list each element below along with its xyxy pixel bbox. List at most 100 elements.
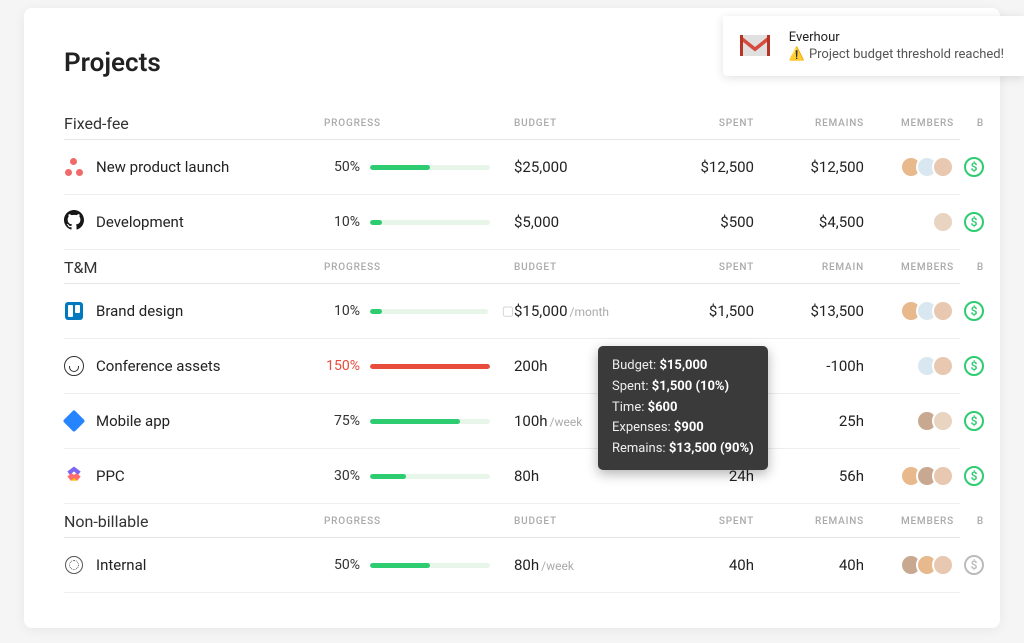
col-progress: PROGRESS bbox=[324, 118, 514, 129]
project-name: Development bbox=[96, 213, 184, 231]
spent-value: 40h bbox=[644, 556, 754, 574]
notif-message: Project budget threshold reached! bbox=[809, 47, 1004, 62]
progress-bar bbox=[370, 309, 488, 314]
section-title: T&M bbox=[64, 258, 324, 277]
clickup-icon bbox=[64, 464, 84, 488]
progress-bar bbox=[370, 419, 490, 424]
col-billing: B bbox=[954, 262, 984, 273]
progress-percent: 150% bbox=[324, 358, 360, 374]
spent-value: $1,500 bbox=[644, 302, 754, 320]
project-name: Mobile app bbox=[96, 412, 170, 430]
members-cell bbox=[864, 554, 954, 576]
members-cell bbox=[864, 465, 954, 487]
members-cell bbox=[864, 300, 954, 322]
budget-value: $5,000 bbox=[514, 213, 644, 231]
progress-cell: 30% bbox=[324, 468, 514, 484]
notif-sender: Everhour bbox=[789, 30, 1004, 45]
col-spent: SPENT bbox=[644, 118, 754, 129]
avatar[interactable] bbox=[932, 465, 954, 487]
billing-badge[interactable]: $ bbox=[964, 212, 984, 232]
project-row[interactable]: Mobile app75%100h/week25h$ bbox=[64, 394, 960, 449]
progress-cell: 50% bbox=[324, 557, 514, 573]
col-remains: REMAINS bbox=[754, 516, 864, 527]
col-budget: BUDGET bbox=[514, 262, 644, 273]
progress-percent: 10% bbox=[324, 214, 360, 230]
project-row[interactable]: Development10%$5,000$500$4,500$ bbox=[64, 195, 960, 250]
progress-cell: 10% bbox=[324, 214, 514, 230]
remains-value: $4,500 bbox=[754, 213, 864, 231]
project-row[interactable]: Brand design 10% ▢$15,000/month$1,500$13,5… bbox=[64, 284, 960, 339]
billing-badge[interactable]: $ bbox=[964, 466, 984, 486]
progress-cell: 10% ▢ bbox=[324, 303, 514, 319]
section-title: Non-billable bbox=[64, 512, 324, 531]
gmail-icon bbox=[737, 32, 773, 60]
col-progress: PROGRESS bbox=[324, 262, 514, 273]
col-budget: BUDGET bbox=[514, 516, 644, 527]
progress-bar bbox=[370, 563, 490, 568]
progress-bar bbox=[370, 474, 490, 479]
progress-percent: 10% bbox=[324, 303, 360, 319]
avatar[interactable] bbox=[932, 355, 954, 377]
col-budget: BUDGET bbox=[514, 118, 644, 129]
progress-bar bbox=[370, 364, 490, 369]
section-header: Non-billablePROGRESSBUDGETSPENTREMAINSME… bbox=[64, 504, 960, 538]
avatar[interactable] bbox=[932, 156, 954, 178]
billing-badge[interactable]: $ bbox=[964, 301, 984, 321]
avatar[interactable] bbox=[932, 211, 954, 233]
billing-badge[interactable]: $ bbox=[964, 411, 984, 431]
col-billing: B bbox=[954, 516, 984, 527]
progress-percent: 75% bbox=[324, 413, 360, 429]
col-members: MEMBERS bbox=[864, 262, 954, 273]
col-members: MEMBERS bbox=[864, 118, 954, 129]
progress-bar bbox=[370, 220, 490, 225]
projects-panel: Projects Fixed-feePROGRESSBUDGETSPENTREM… bbox=[24, 8, 1000, 628]
budget-value: 80h/week bbox=[514, 556, 644, 574]
basecamp-icon bbox=[64, 356, 84, 376]
col-remains: REMAINS bbox=[754, 118, 864, 129]
budget-value: $25,000 bbox=[514, 158, 644, 176]
avatar[interactable] bbox=[932, 410, 954, 432]
budget-tooltip: Budget: $15,000 Spent: $1,500 (10%) Time… bbox=[598, 346, 768, 470]
project-row[interactable]: Conference assets150%200h-100h$ bbox=[64, 339, 960, 394]
avatar[interactable] bbox=[932, 300, 954, 322]
asana-icon bbox=[65, 158, 83, 176]
remains-value: -100h bbox=[754, 357, 864, 375]
col-progress: PROGRESS bbox=[324, 516, 514, 527]
section-title: Fixed-fee bbox=[64, 114, 324, 133]
remains-value: 25h bbox=[754, 412, 864, 430]
remains-value: 56h bbox=[754, 467, 864, 485]
project-name: PPC bbox=[96, 467, 125, 485]
col-spent: SPENT bbox=[644, 262, 754, 273]
warning-icon: ⚠️ bbox=[789, 47, 805, 62]
col-spent: SPENT bbox=[644, 516, 754, 527]
remains-value: $12,500 bbox=[754, 158, 864, 176]
col-billing: B bbox=[954, 118, 984, 129]
col-remains: REMAIN bbox=[754, 262, 864, 273]
avatar[interactable] bbox=[932, 554, 954, 576]
billing-badge[interactable]: $ bbox=[964, 555, 984, 575]
project-name: Internal bbox=[96, 556, 146, 574]
internal-icon bbox=[65, 556, 83, 574]
jira-icon bbox=[63, 410, 86, 433]
progress-cell: 150% bbox=[324, 358, 514, 374]
project-row[interactable]: New product launch50%$25,000$12,500$12,5… bbox=[64, 140, 960, 195]
budget-value: $15,000/month bbox=[514, 302, 644, 320]
progress-percent: 50% bbox=[324, 557, 360, 573]
project-name: Brand design bbox=[96, 302, 183, 320]
billing-badge[interactable]: $ bbox=[964, 356, 984, 376]
spent-value: $500 bbox=[644, 213, 754, 231]
project-row[interactable]: Internal50%80h/week40h40h$ bbox=[64, 538, 960, 593]
github-icon bbox=[64, 210, 84, 234]
project-name: New product launch bbox=[96, 158, 229, 176]
folder-icon: ▢ bbox=[502, 304, 514, 319]
progress-percent: 50% bbox=[324, 159, 360, 175]
gmail-notification[interactable]: Everhour ⚠️ Project budget threshold rea… bbox=[723, 16, 1024, 76]
members-cell bbox=[864, 156, 954, 178]
billing-badge[interactable]: $ bbox=[964, 157, 984, 177]
progress-cell: 75% bbox=[324, 413, 514, 429]
progress-percent: 30% bbox=[324, 468, 360, 484]
project-row[interactable]: PPC30%80h24h56h$ bbox=[64, 449, 960, 504]
remains-value: $13,500 bbox=[754, 302, 864, 320]
trello-icon bbox=[65, 302, 83, 320]
section-header: T&MPROGRESSBUDGETSPENTREMAINMEMBERSB bbox=[64, 250, 960, 284]
